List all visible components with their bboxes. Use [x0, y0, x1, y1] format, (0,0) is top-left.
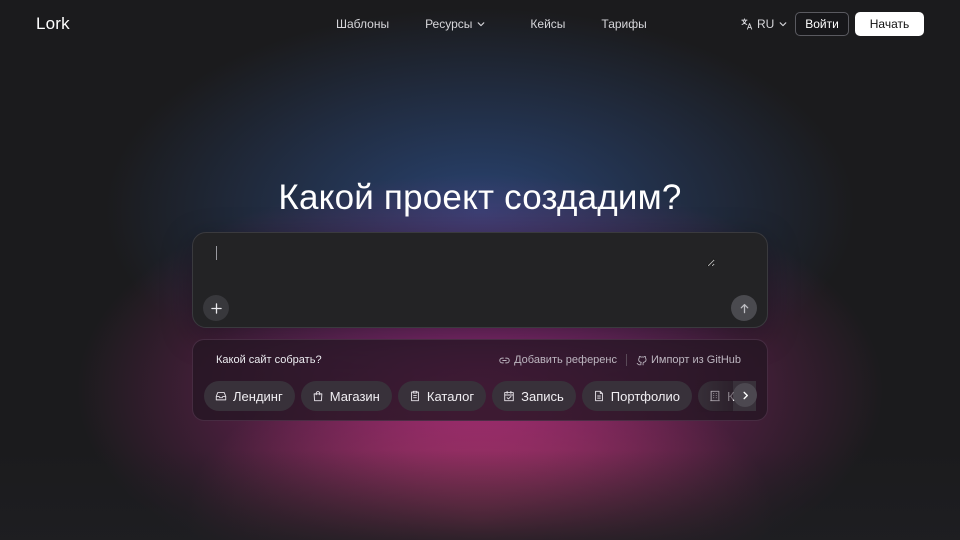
chip-label: Каталог: [426, 388, 475, 404]
main-nav: Шаблоны Ресурсы Кейсы Тарифы: [336, 16, 647, 32]
login-button[interactable]: Войти: [795, 12, 849, 36]
chip-landing[interactable]: Лендинг: [204, 381, 295, 411]
suggestions-panel: Какой сайт собрать? Добавить референс Им…: [192, 339, 768, 421]
shopping-bag-icon: [313, 391, 323, 402]
inbox-icon: [215, 392, 227, 401]
chip-label: Лендинг: [233, 388, 283, 404]
send-button[interactable]: [731, 295, 757, 321]
language-label: RU: [757, 17, 775, 31]
chip-portfolio[interactable]: Портфолио: [581, 381, 692, 411]
logo[interactable]: Lork: [36, 14, 70, 34]
file-icon: [594, 390, 603, 402]
clipboard-icon: [410, 390, 419, 402]
nav-item-label: Кейсы: [530, 17, 566, 31]
add-reference-button[interactable]: Добавить референс: [499, 354, 617, 366]
import-github-label: Импорт из GitHub: [651, 354, 741, 366]
chevron-right-icon: [742, 391, 748, 399]
chevron-down-icon: [779, 22, 787, 27]
suggestion-chips: Лендинг Магазин Каталог Запись Портфолио: [204, 380, 756, 412]
chip-shop[interactable]: Магазин: [300, 381, 392, 411]
link-icon: [499, 357, 510, 363]
github-icon: [636, 355, 647, 365]
suggestion-actions: Добавить референс Импорт из GitHub: [499, 354, 741, 366]
plus-icon: [210, 302, 222, 314]
chip-label: Запись: [521, 388, 564, 404]
language-selector[interactable]: RU: [741, 16, 791, 32]
nav-item-pricing[interactable]: Тарифы: [601, 17, 646, 31]
nav-item-cases[interactable]: Кейсы: [530, 17, 565, 31]
suggestions-title: Какой сайт собрать?: [216, 354, 322, 366]
prompt-box: [192, 232, 768, 328]
chips-next-button[interactable]: [733, 383, 757, 407]
divider: [626, 354, 627, 366]
chip-booking[interactable]: Запись: [492, 381, 576, 411]
start-button[interactable]: Начать: [855, 12, 924, 36]
chip-label: Портфолио: [610, 388, 680, 404]
translate-icon: [741, 18, 753, 30]
add-reference-label: Добавить референс: [514, 354, 617, 366]
top-header: Lork Шаблоны Ресурсы Кейсы Тарифы RU Вой…: [0, 0, 960, 48]
text-cursor: [216, 246, 217, 260]
background-bottom-fade: [0, 450, 960, 540]
prompt-input[interactable]: [215, 245, 715, 267]
nav-item-label: Ресурсы: [425, 17, 473, 31]
arrow-up-icon: [740, 303, 748, 313]
attach-button[interactable]: [203, 295, 229, 321]
calendar-icon: [504, 390, 514, 402]
nav-item-templates[interactable]: Шаблоны: [336, 17, 389, 31]
building-icon: [710, 390, 720, 402]
nav-item-resources[interactable]: Ресурсы: [425, 17, 485, 31]
chip-catalog[interactable]: Каталог: [397, 381, 487, 411]
chevron-down-icon: [478, 22, 485, 27]
chip-label: Магазин: [329, 388, 380, 404]
import-github-button[interactable]: Импорт из GitHub: [636, 354, 741, 366]
nav-item-label: Тарифы: [601, 17, 647, 31]
nav-item-label: Шаблоны: [336, 17, 390, 31]
page-title: Какой проект создадим?: [278, 178, 682, 217]
